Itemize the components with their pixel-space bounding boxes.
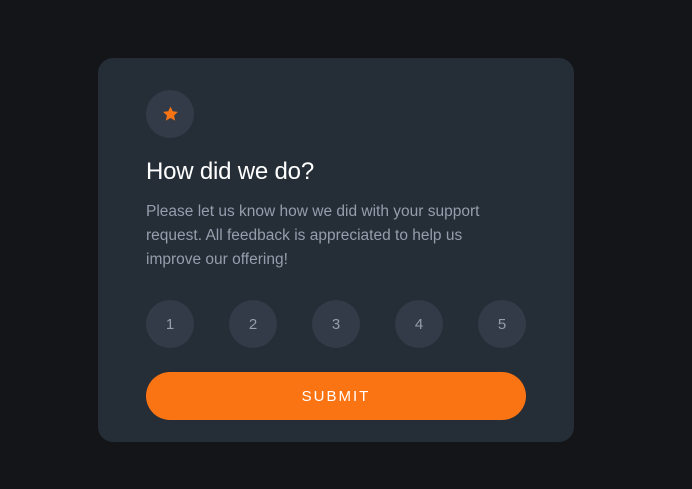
rating-button-1[interactable]: 1 [146,300,194,348]
card-description: Please let us know how we did with your … [146,203,480,268]
rating-button-5[interactable]: 5 [478,300,526,348]
rating-button-3[interactable]: 3 [312,300,360,348]
star-icon [162,106,179,122]
rating-button-2[interactable]: 2 [229,300,277,348]
rating-options: 1 2 3 4 5 [146,300,526,348]
submit-button[interactable]: SUBMIT [146,372,526,420]
star-badge [146,90,194,138]
rating-button-4[interactable]: 4 [395,300,443,348]
card-title: How did we do? [146,158,314,185]
rating-card: How did we do? Please let us know how we… [98,58,574,442]
